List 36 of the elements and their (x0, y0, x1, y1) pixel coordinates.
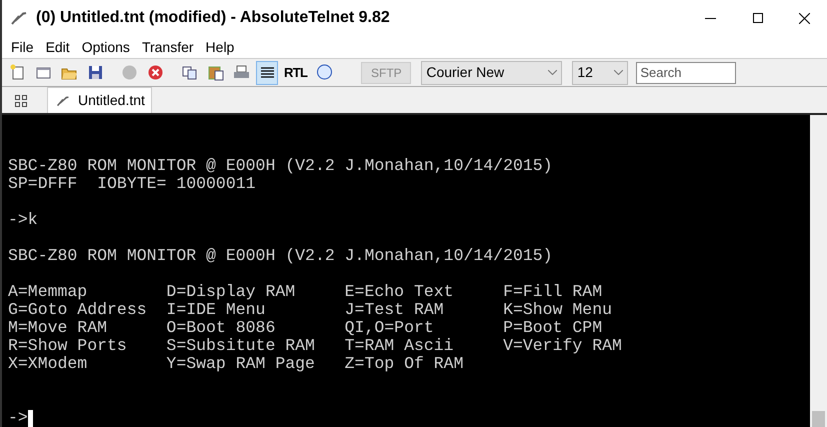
new-document-icon (8, 64, 26, 81)
maximize-icon (753, 13, 763, 23)
menu-item[interactable]: Options (76, 36, 136, 58)
cancel-icon (146, 64, 164, 81)
search-field[interactable]: Search (636, 62, 736, 84)
terminal-line: M=Move RAM O=Boot 8086 QI,O=Port P=Boot CPM (8, 319, 604, 337)
terminal-line: ->k (8, 211, 39, 229)
terminal-line: SBC-Z80 ROM MONITOR @ E000H (V2.2 J.Monahan,10/14/2015) (8, 157, 554, 175)
font-dropdown[interactable]: Courier New (421, 60, 562, 84)
terminal-line: X=XModem Y=Swap RAM Page Z=Top Of RAM (8, 355, 464, 373)
grid-icon[interactable] (15, 95, 27, 107)
app-icon (10, 11, 28, 25)
circle-icon (120, 64, 138, 81)
window-title: (0) Untitled.tnt (modified) - AbsoluteTelnet 9.82 (36, 8, 390, 28)
copy-icon (180, 64, 198, 81)
toolbar-button[interactable] (256, 60, 278, 84)
menu-item[interactable]: File (5, 36, 40, 58)
clipboard-icon (206, 64, 224, 81)
close-icon (798, 12, 810, 24)
scrollbar[interactable] (810, 115, 827, 427)
menu-item[interactable]: Help (200, 36, 240, 58)
terminal-line: SP=DFFF IOBYTE= 10000011 (8, 175, 257, 193)
terminal-line: R=Show Ports S=Subsitute RAM T=RAM Ascii V=Verify RAM (8, 337, 623, 355)
terminal-line: SBC-Z80 ROM MONITOR @ E000H (V2.2 J.Monahan,10/14/2015) (8, 247, 554, 265)
printer-icon (232, 64, 250, 81)
terminal-prompt: -> (8, 409, 28, 427)
rtl-button[interactable]: RTL (282, 60, 310, 84)
size-dropdown[interactable]: 12 (572, 60, 628, 84)
app-icon (56, 94, 70, 106)
terminal-line: G=Goto Address I=IDE Menu J=Test RAM K=Show Menu (8, 301, 613, 319)
chevron-down-icon (614, 70, 624, 75)
terminal-line: A=Memmap D=Display RAM E=Echo Text F=Fill RAM (8, 283, 604, 301)
tab[interactable]: Untitled.tnt (47, 87, 152, 113)
chevron-down-icon (548, 70, 558, 75)
menu-item[interactable]: Transfer (136, 36, 200, 58)
menu-item[interactable]: Edit (40, 36, 76, 58)
